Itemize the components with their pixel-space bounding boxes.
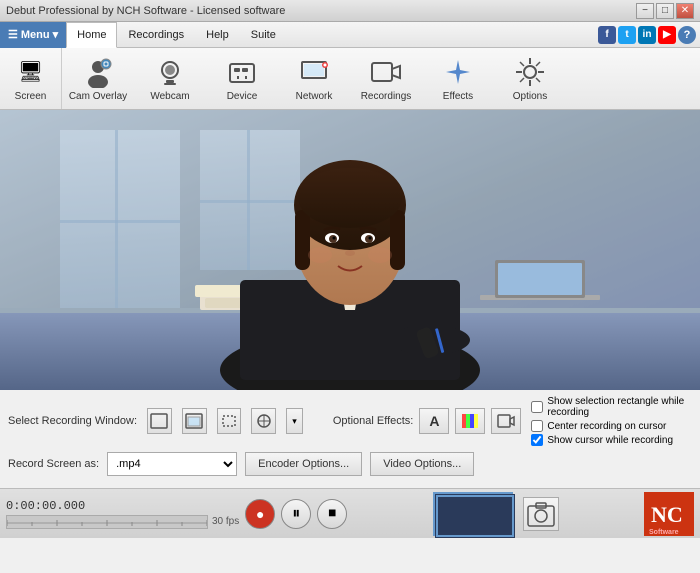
- maximize-button[interactable]: □: [656, 3, 674, 19]
- time-display: 0:00:00.000: [6, 499, 239, 513]
- screen-label: Screen: [15, 91, 47, 102]
- select-window-btn[interactable]: [182, 408, 207, 434]
- select-region-btn[interactable]: [217, 408, 242, 434]
- toolbar-main-group: Cam Overlay Webcam Device Network Record…: [62, 48, 566, 109]
- webcam-label: Webcam: [150, 91, 189, 102]
- record-label: Record Screen as:: [8, 458, 99, 470]
- center-recording-checkbox[interactable]: [531, 420, 543, 432]
- preview-thumbnail: [433, 492, 513, 536]
- cam-overlay-icon: [82, 56, 114, 88]
- show-selection-label: Show selection rectangle while recording: [547, 396, 692, 418]
- effects-label: Effects: [443, 91, 473, 102]
- nch-logo: NC Software: [644, 492, 694, 536]
- minimize-button[interactable]: −: [636, 3, 654, 19]
- app-title: Debut Professional by NCH Software - Lic…: [6, 5, 285, 17]
- toolbar: 🖥 Screen Cam Overlay Webcam Device: [0, 48, 700, 110]
- facebook-icon[interactable]: f: [598, 26, 616, 44]
- video-effect-btn[interactable]: [491, 408, 521, 434]
- toolbar-screen-section: 🖥 Screen: [0, 48, 62, 109]
- checkbox-show-selection: Show selection rectangle while recording: [531, 396, 692, 418]
- optional-effects-label: Optional Effects:: [333, 415, 414, 427]
- linkedin-icon[interactable]: in: [638, 26, 656, 44]
- menu-item-suite[interactable]: Suite: [240, 22, 287, 48]
- toolbar-item-options[interactable]: Options: [494, 48, 566, 110]
- snapshot-button[interactable]: [523, 497, 559, 531]
- text-effect-btn[interactable]: A: [419, 408, 449, 434]
- checkbox-center-recording: Center recording on cursor: [531, 420, 692, 432]
- options-label: Options: [513, 91, 547, 102]
- menu-item-home[interactable]: Home: [66, 22, 117, 48]
- hamburger-icon: ☰: [8, 28, 18, 41]
- timeline[interactable]: [6, 515, 208, 529]
- format-select[interactable]: .mp4: [107, 452, 237, 476]
- color-effect-btn[interactable]: [455, 408, 485, 434]
- show-cursor-label: Show cursor while recording: [547, 435, 673, 446]
- select-dropdown-btn[interactable]: ▾: [286, 408, 303, 434]
- twitter-icon[interactable]: t: [618, 26, 636, 44]
- show-selection-checkbox[interactable]: [531, 401, 543, 413]
- network-icon: [298, 56, 330, 88]
- toolbar-item-network[interactable]: Network: [278, 48, 350, 110]
- recordings-label: Recordings: [361, 91, 412, 102]
- network-label: Network: [296, 91, 333, 102]
- social-bar: f t in ▶ ?: [598, 26, 700, 44]
- menu-bar: ☰ Menu ▾ Home Recordings Help Suite f t …: [0, 22, 700, 48]
- effects-icon: [442, 56, 474, 88]
- fps-label: 30 fps: [212, 516, 239, 527]
- transport-bar: 0:00:00.000 30 fps ● ⏸: [0, 488, 700, 538]
- center-recording-label: Center recording on cursor: [547, 421, 666, 432]
- toolbar-item-webcam[interactable]: Webcam: [134, 48, 206, 110]
- recordings-icon: [370, 56, 402, 88]
- menu-label: Menu: [21, 29, 50, 41]
- select-label: Select Recording Window:: [8, 415, 137, 427]
- options-icon: [514, 56, 546, 88]
- menu-item-recordings[interactable]: Recordings: [117, 22, 195, 48]
- webcam-icon: [154, 56, 186, 88]
- controls-area: Select Recording Window: ▾ Optional Effe…: [0, 390, 700, 488]
- help-icon[interactable]: ?: [678, 26, 696, 44]
- show-cursor-checkbox[interactable]: [531, 434, 543, 446]
- toolbar-item-recordings[interactable]: Recordings: [350, 48, 422, 110]
- window-controls: − □ ✕: [636, 3, 694, 19]
- stop-button[interactable]: ⏹: [317, 499, 347, 529]
- record-screen-row: Record Screen as: .mp4 Encoder Options..…: [8, 452, 692, 476]
- toolbar-item-device[interactable]: Device: [206, 48, 278, 110]
- device-icon: [226, 56, 258, 88]
- checkbox-group: Show selection rectangle while recording…: [531, 396, 692, 446]
- title-bar: Debut Professional by NCH Software - Lic…: [0, 0, 700, 22]
- pause-button[interactable]: ⏸: [281, 499, 311, 529]
- cam-overlay-label: Cam Overlay: [69, 91, 127, 102]
- select-around-btn[interactable]: [251, 408, 276, 434]
- svg-text:NC: NC: [651, 502, 683, 527]
- record-button[interactable]: ●: [245, 499, 275, 529]
- youtube-icon[interactable]: ▶: [658, 26, 676, 44]
- video-options-button[interactable]: Video Options...: [370, 452, 474, 476]
- menu-item-help[interactable]: Help: [195, 22, 240, 48]
- timeline-row: 30 fps: [6, 515, 239, 529]
- close-button[interactable]: ✕: [676, 3, 694, 19]
- encoder-options-button[interactable]: Encoder Options...: [245, 452, 362, 476]
- menu-dropdown-button[interactable]: ☰ Menu ▾: [0, 22, 66, 48]
- menu-arrow-icon: ▾: [53, 28, 59, 41]
- toolbar-item-screen[interactable]: 🖥 Screen: [0, 51, 67, 107]
- transport-left: 0:00:00.000 30 fps: [6, 499, 239, 529]
- optional-effects-section: Optional Effects: A: [333, 408, 522, 434]
- select-fullscreen-btn[interactable]: [147, 408, 172, 434]
- toolbar-item-effects[interactable]: Effects: [422, 48, 494, 110]
- select-recording-row: Select Recording Window: ▾ Optional Effe…: [8, 396, 692, 446]
- toolbar-item-cam-overlay[interactable]: Cam Overlay: [62, 48, 134, 110]
- checkbox-show-cursor: Show cursor while recording: [531, 434, 692, 446]
- device-label: Device: [227, 91, 258, 102]
- video-preview: [0, 110, 700, 390]
- svg-text:Software: Software: [649, 529, 679, 536]
- screen-icon: 🖥: [15, 56, 47, 88]
